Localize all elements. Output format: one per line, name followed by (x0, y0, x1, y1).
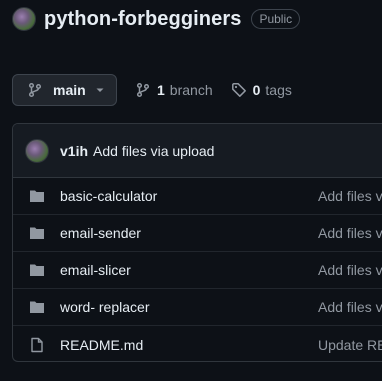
commit-message[interactable]: Add files via upload (93, 143, 214, 159)
branch-count: 1 (157, 82, 165, 98)
commit-author[interactable]: v1ih (60, 143, 88, 159)
branches-link[interactable]: 1 branch (135, 82, 213, 98)
git-branch-icon (27, 82, 43, 98)
file-commit-message[interactable]: Add files v (318, 188, 382, 204)
file-name[interactable]: word- replacer (60, 299, 149, 315)
latest-commit-bar: v1ih Add files via upload (13, 124, 382, 178)
commit-author-avatar[interactable] (25, 138, 49, 163)
file-name[interactable]: basic-calculator (60, 188, 157, 204)
file-row[interactable]: email-slicer Add files v (13, 252, 382, 289)
folder-icon (29, 299, 45, 315)
repo-name[interactable]: python-forbegginers (44, 8, 241, 31)
file-icon (29, 337, 45, 353)
branch-label: branch (169, 82, 213, 98)
folder-icon (29, 225, 45, 241)
caret-down-icon (95, 85, 105, 95)
file-row[interactable]: email-sender Add files v (13, 215, 382, 252)
file-browser: v1ih Add files via upload basic-calculat… (12, 123, 382, 362)
folder-icon (29, 262, 45, 278)
file-commit-message[interactable]: Add files v (318, 225, 382, 241)
owner-avatar[interactable] (12, 7, 36, 31)
file-row[interactable]: basic-calculator Add files v (13, 178, 382, 215)
branch-selector-button[interactable]: main (12, 74, 117, 106)
file-commit-message[interactable]: Add files v (318, 299, 382, 315)
tag-label: tags (265, 82, 292, 98)
tag-count: 0 (252, 82, 261, 98)
folder-icon (29, 188, 45, 204)
repo-toolbar: main 1 branch 0 tags (12, 74, 292, 106)
git-branch-icon (135, 82, 151, 98)
file-row[interactable]: README.md Update RE (13, 326, 382, 361)
branch-name: main (53, 82, 86, 98)
file-name[interactable]: README.md (60, 337, 143, 353)
file-row[interactable]: word- replacer Add files v (13, 289, 382, 326)
file-name[interactable]: email-slicer (60, 262, 131, 278)
visibility-badge: Public (251, 9, 301, 29)
file-commit-message[interactable]: Add files v (318, 262, 382, 278)
repo-header: python-forbegginers Public (12, 4, 301, 34)
tags-link[interactable]: 0 tags (231, 82, 292, 98)
file-commit-message[interactable]: Update RE (318, 337, 382, 353)
tag-icon (231, 82, 247, 98)
file-name[interactable]: email-sender (60, 225, 141, 241)
